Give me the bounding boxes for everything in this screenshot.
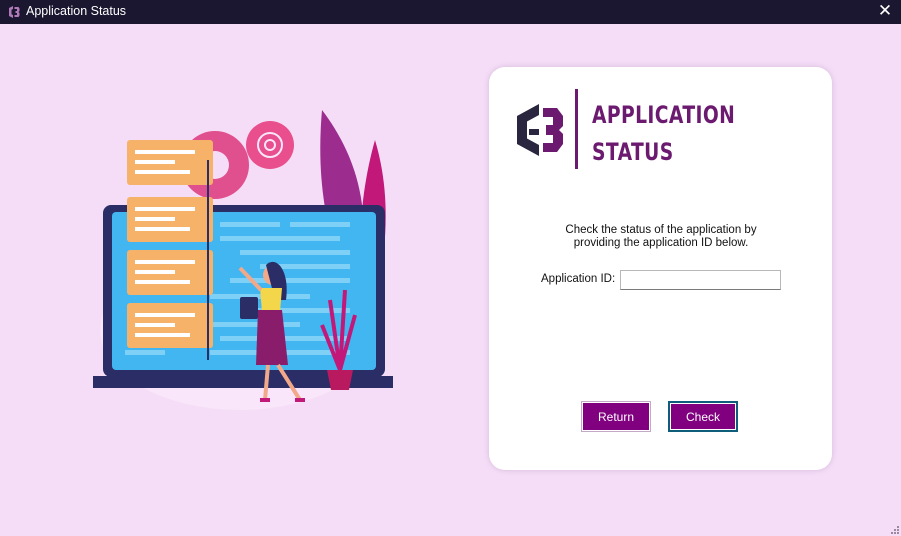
application-id-label: Application ID: <box>541 273 616 285</box>
app-logo-icon <box>9 6 20 18</box>
instruction-text: Check the status of the application by p… <box>540 224 782 250</box>
close-icon[interactable]: ✕ <box>877 2 893 20</box>
resize-grip-icon[interactable] <box>889 524 899 534</box>
brand-title-line1: APPLICATION <box>592 101 736 129</box>
laptop-illustration <box>93 110 393 410</box>
brand-title: APPLICATION STATUS <box>592 97 748 171</box>
brand-title-line2: STATUS <box>592 138 674 166</box>
title-bar[interactable]: Application Status ✕ <box>0 0 901 24</box>
g3-logo-icon <box>517 104 563 156</box>
application-id-input[interactable] <box>620 270 781 290</box>
check-button[interactable]: Check <box>668 401 738 432</box>
return-button[interactable]: Return <box>581 401 651 432</box>
logo-divider <box>575 89 578 169</box>
window-title: Application Status <box>26 4 127 18</box>
instruction-line2: providing the application ID below. <box>573 237 749 249</box>
instruction-line1: Check the status of the application by <box>565 224 757 236</box>
